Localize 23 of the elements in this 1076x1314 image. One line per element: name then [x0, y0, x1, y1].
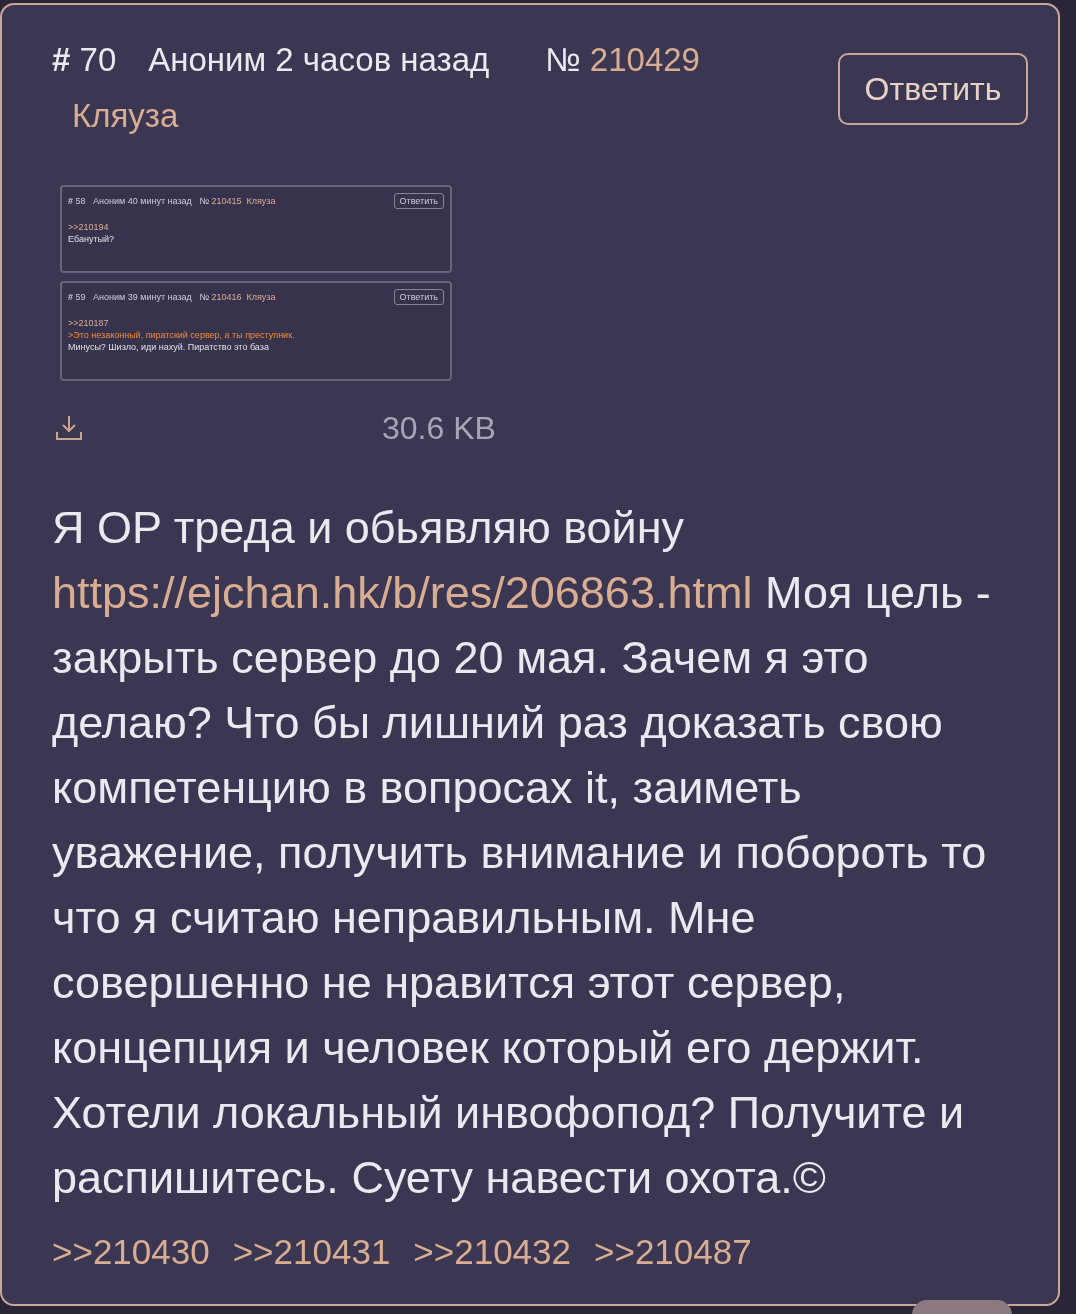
download-icon[interactable]: [54, 413, 84, 443]
post-number: # 70: [52, 41, 117, 79]
reply-link[interactable]: >>210487: [594, 1232, 752, 1272]
reply-link[interactable]: >>210432: [413, 1232, 571, 1272]
reply-link[interactable]: >>210431: [232, 1232, 391, 1272]
attachment-screenshot[interactable]: [60, 185, 452, 381]
quoted-post-header: # 58 Аноним 40 минут назад № 210415 Кляуза: [68, 196, 276, 206]
quoted-reply-button: Ответить: [393, 193, 444, 209]
quoted-post-line: Ебанутый?: [68, 233, 115, 245]
quoted-post-line: >>210187: [68, 317, 109, 329]
post-author-time: Аноним 2 часов назад: [148, 41, 490, 79]
reply-link[interactable]: >>210430: [52, 1232, 210, 1272]
quoted-post-line: Минусы? Шизло, иди нахуй. Пиратство это база: [68, 341, 269, 353]
quoted-post-header: # 59 Аноним 39 минут назад № 210416 Кляуза: [68, 292, 276, 302]
quoted-post-line: >>210194: [68, 221, 109, 233]
quoted-post-line: >Это незаконный, пиратский сервер, а ты преступник.: [68, 329, 295, 341]
file-size: 30.6 KB: [382, 409, 496, 447]
board-name: Кляуза: [72, 97, 180, 135]
post-text: Я OP треда и обьявляю войну https://ejchan.hk/b/res/206863.html Моя цель - закрыть сервер до 20 мая. Зачем я это делаю? Что бы лишний раз доказать свою компетенцию в вопросах it, заиметь уважение, получить внимание и побороть то что я считаю неправильным. Мне совершенно не нравится этот сервер, концепция и человек который его держит. Хотели локальный инвофопод? Получите и распишитесь. Суету навести охота.©: [52, 501, 992, 1205]
thread-link[interactable]: https://ejchan.hk/b/res/206863.html: [52, 567, 753, 618]
post-id-link[interactable]: № 210429: [545, 41, 700, 79]
quoted-reply-button: Ответить: [393, 289, 444, 305]
reply-button[interactable]: Ответить: [838, 53, 1028, 125]
